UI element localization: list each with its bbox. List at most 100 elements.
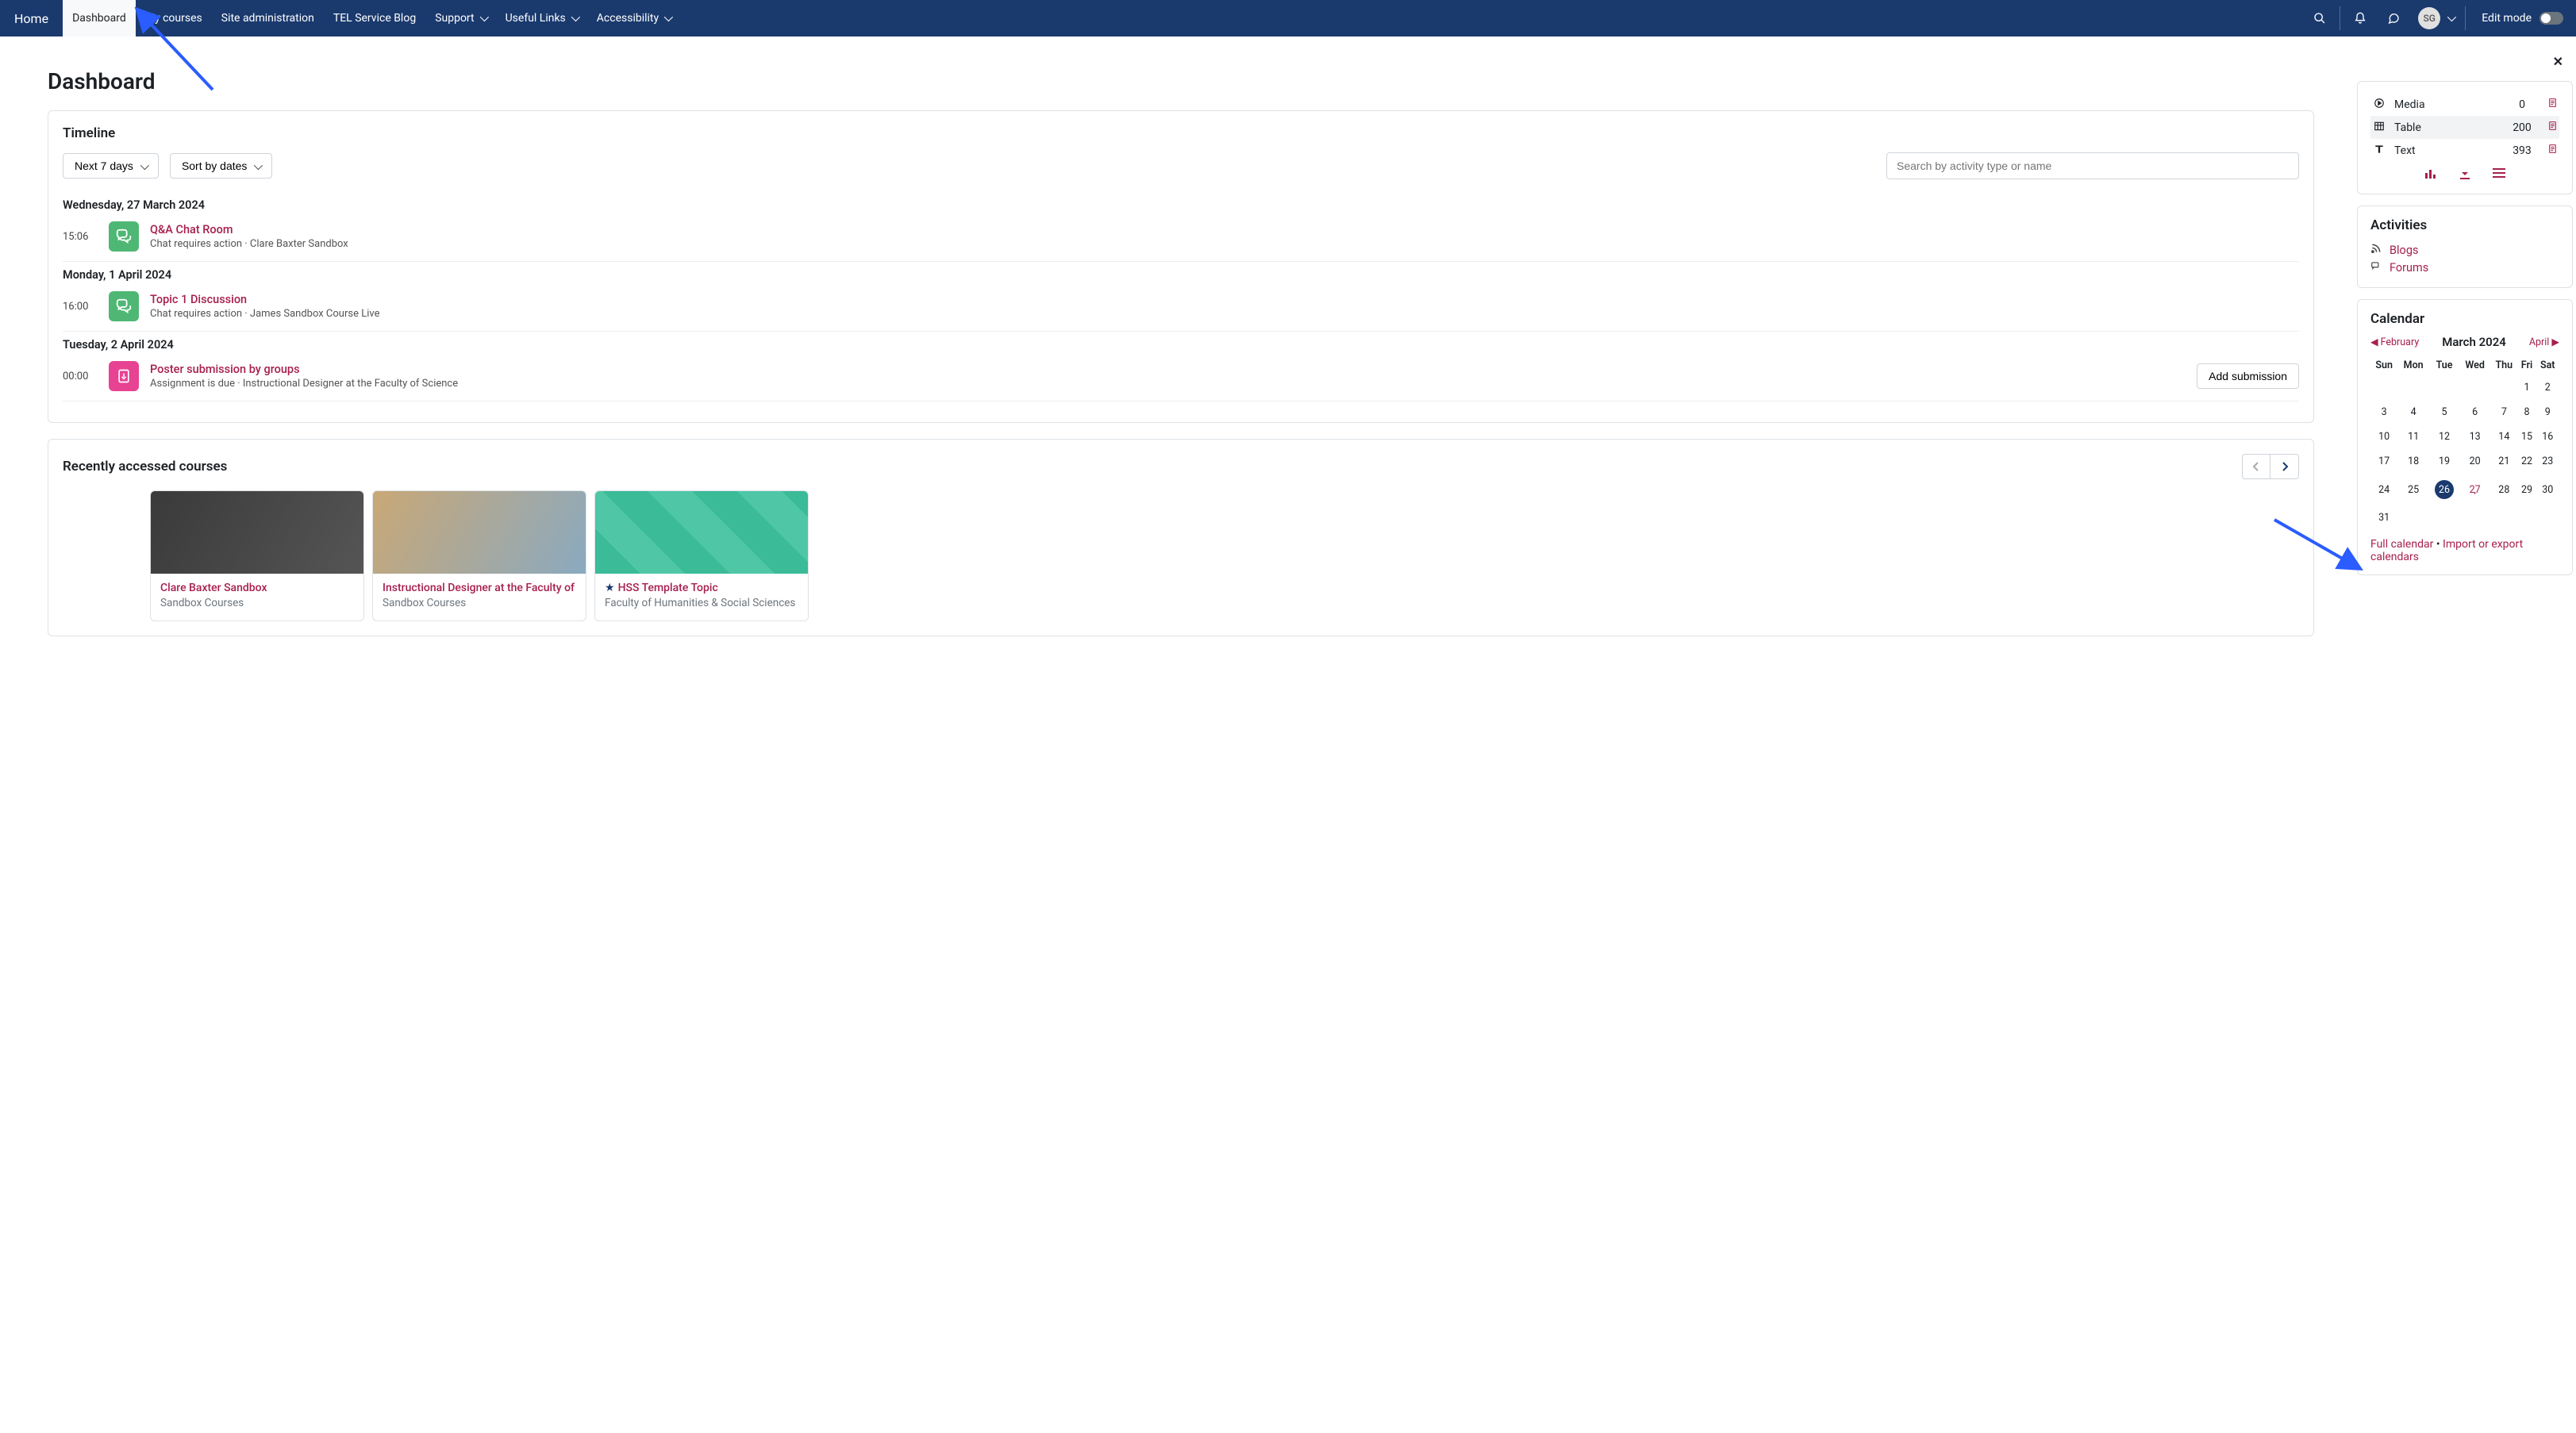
timeline-search-input[interactable] — [1886, 152, 2299, 179]
course-image — [595, 491, 808, 574]
stat-report-icon[interactable] — [2547, 143, 2558, 158]
stat-count: 200 — [2505, 121, 2539, 134]
recent-courses-title: Recently accessed courses — [63, 459, 227, 474]
add-submission-button[interactable]: Add submission — [2197, 363, 2299, 389]
calendar-day[interactable]: 21 — [2490, 449, 2517, 474]
calendar-day — [2370, 375, 2397, 400]
calendar-day[interactable]: 11 — [2397, 425, 2429, 449]
calendar-day[interactable]: 12 — [2429, 425, 2459, 449]
activity-link-forums[interactable]: Forums — [2370, 259, 2559, 276]
course-card[interactable]: ★HSS Template Topic Faculty of Humanities… — [594, 490, 809, 621]
stat-report-icon[interactable] — [2547, 97, 2558, 112]
close-drawer-icon[interactable]: ✕ — [2553, 54, 2563, 69]
course-title-link[interactable]: ★HSS Template Topic — [605, 582, 798, 594]
timeline-activity-link[interactable]: Topic 1 Discussion — [150, 293, 2299, 306]
stat-count: 393 — [2505, 144, 2539, 157]
timeline-title: Timeline — [63, 125, 2299, 141]
calendar-day[interactable]: 8 — [2518, 400, 2536, 425]
calendar-day[interactable]: 29 — [2518, 474, 2536, 505]
calendar-day[interactable]: 31 — [2370, 505, 2397, 530]
calendar-day[interactable]: 5 — [2429, 400, 2459, 425]
stat-label: Media — [2394, 98, 2497, 111]
calendar-day[interactable]: 19 — [2429, 449, 2459, 474]
timeline-subtext: Assignment is due · Instructional Design… — [150, 378, 2186, 390]
page-title: Dashboard — [48, 68, 2314, 94]
calendar-prev-button[interactable]: ◀ February — [2370, 336, 2419, 348]
calendar-day[interactable]: 1 — [2518, 375, 2536, 400]
calendar-day[interactable]: 6 — [2459, 400, 2490, 425]
course-image — [373, 491, 586, 574]
stat-count: 0 — [2505, 98, 2539, 111]
timeline-activity-link[interactable]: Poster submission by groups — [150, 363, 2186, 376]
timeline-item: 15:06Q&A Chat RoomChat requires action ·… — [63, 217, 2299, 262]
stat-report-icon[interactable] — [2547, 120, 2558, 135]
calendar-day[interactable]: 24 — [2370, 474, 2397, 505]
calendar-day[interactable]: 22 — [2518, 449, 2536, 474]
notifications-icon[interactable] — [2343, 0, 2377, 36]
nav-tab-dashboard[interactable]: Dashboard — [63, 0, 136, 36]
calendar-day[interactable]: 28 — [2490, 474, 2517, 505]
calendar-day[interactable]: 26 — [2429, 474, 2459, 505]
calendar-day[interactable]: 16 — [2536, 425, 2560, 449]
calendar-day[interactable]: 3 — [2370, 400, 2397, 425]
timeline-time: 00:00 — [63, 371, 98, 382]
course-category: Sandbox Courses — [383, 597, 576, 609]
stats-list-icon[interactable] — [2493, 168, 2505, 182]
course-card[interactable]: Clare Baxter Sandbox Sandbox Courses — [150, 490, 364, 621]
timeline-filter-button[interactable]: Next 7 days — [63, 153, 159, 179]
stat-row: Text393 — [2370, 139, 2559, 162]
timeline-activity-link[interactable]: Q&A Chat Room — [150, 223, 2299, 236]
timeline-date: Tuesday, 2 April 2024 — [63, 338, 2299, 352]
text-icon — [2372, 144, 2386, 158]
recent-prev-button[interactable] — [2242, 454, 2270, 479]
calendar-day[interactable]: 15 — [2518, 425, 2536, 449]
table-icon — [2372, 121, 2386, 135]
calendar-day[interactable]: 17 — [2370, 449, 2397, 474]
calendar-next-button[interactable]: April ▶ — [2529, 336, 2559, 348]
stat-row: Table200 — [2370, 116, 2559, 139]
calendar-day — [2459, 375, 2490, 400]
calendar-day[interactable]: 2 — [2536, 375, 2560, 400]
messages-icon[interactable] — [2377, 0, 2410, 36]
nav-tab-site-administration[interactable]: Site administration — [212, 0, 324, 36]
rss-icon — [2370, 243, 2383, 257]
search-icon[interactable] — [2303, 0, 2336, 36]
course-title-link[interactable]: Clare Baxter Sandbox — [160, 582, 354, 594]
nav-tab-useful-links[interactable]: Useful Links — [496, 0, 587, 36]
calendar-day[interactable]: 9 — [2536, 400, 2560, 425]
course-card[interactable]: Instructional Designer at the Faculty of… — [372, 490, 586, 621]
calendar-day — [2429, 375, 2459, 400]
course-category: Faculty of Humanities & Social Sciences — [605, 597, 798, 609]
full-calendar-link[interactable]: Full calendar — [2370, 538, 2433, 551]
calendar-dow: Thu — [2490, 355, 2517, 375]
recent-next-button[interactable] — [2270, 454, 2299, 479]
calendar-day[interactable]: 25 — [2397, 474, 2429, 505]
calendar-month-label: March 2024 — [2442, 335, 2506, 349]
nav-tab-accessibility[interactable]: Accessibility — [587, 0, 680, 36]
activities-block: Activities BlogsForums — [2357, 206, 2573, 288]
stats-chart-icon[interactable] — [2424, 168, 2437, 182]
edit-mode-toggle[interactable] — [2539, 12, 2563, 25]
calendar-day[interactable]: 23 — [2536, 449, 2560, 474]
calendar-day[interactable]: 14 — [2490, 425, 2517, 449]
recent-courses-block: Recently accessed courses Clare Baxter S… — [48, 439, 2314, 636]
calendar-day[interactable]: 10 — [2370, 425, 2397, 449]
nav-tab-my-courses[interactable]: My courses — [136, 0, 212, 36]
nav-tab-support[interactable]: Support — [425, 0, 495, 36]
calendar-day[interactable]: 27 — [2459, 474, 2490, 505]
nav-home[interactable]: Home — [0, 0, 63, 36]
course-category: Sandbox Courses — [160, 597, 354, 609]
calendar-day[interactable]: 4 — [2397, 400, 2429, 425]
calendar-day[interactable]: 13 — [2459, 425, 2490, 449]
forum-icon — [2370, 260, 2383, 275]
calendar-day[interactable]: 30 — [2536, 474, 2560, 505]
course-title-link[interactable]: Instructional Designer at the Faculty of… — [383, 582, 576, 594]
activity-link-blogs[interactable]: Blogs — [2370, 241, 2559, 259]
user-menu[interactable]: SG — [2410, 7, 2462, 29]
timeline-sort-button[interactable]: Sort by dates — [170, 153, 273, 179]
calendar-day[interactable]: 20 — [2459, 449, 2490, 474]
nav-tab-tel-service-blog[interactable]: TEL Service Blog — [324, 0, 425, 36]
stats-download-icon[interactable] — [2459, 168, 2470, 182]
calendar-day[interactable]: 18 — [2397, 449, 2429, 474]
calendar-day[interactable]: 7 — [2490, 400, 2517, 425]
